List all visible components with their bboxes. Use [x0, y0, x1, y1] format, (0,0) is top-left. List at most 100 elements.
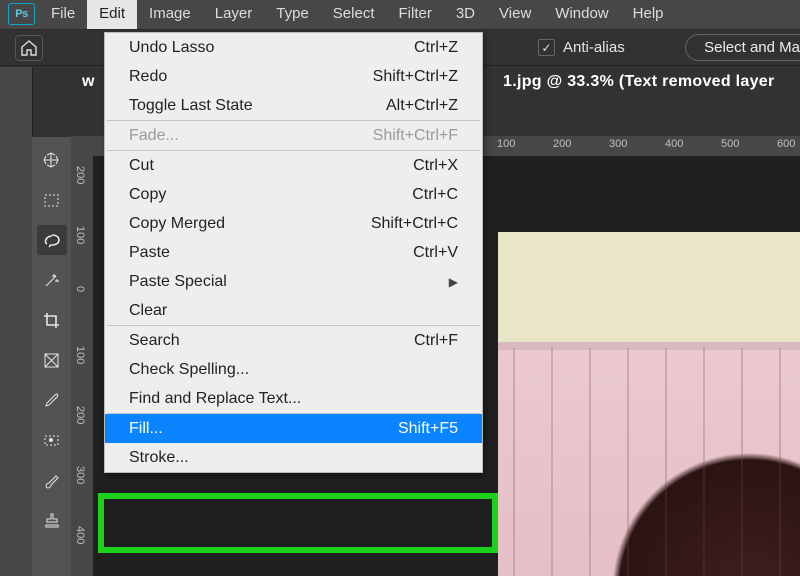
- vertical-ruler: 2001000100200300400: [71, 156, 93, 576]
- left-panel-spine: [0, 67, 33, 576]
- menu-item-label: Copy Merged: [129, 215, 225, 233]
- menu-item-label: Paste: [129, 244, 170, 262]
- home-button[interactable]: [15, 35, 43, 61]
- menu-item-find-and-replace-text[interactable]: Find and Replace Text...: [105, 384, 482, 413]
- menu-item-check-spelling[interactable]: Check Spelling...: [105, 355, 482, 384]
- ruler-tick: 500: [721, 138, 739, 150]
- marquee-icon: [43, 192, 61, 209]
- image-curtain-fold: [741, 348, 743, 576]
- eyedropper-icon: [43, 392, 61, 409]
- menu-item-shortcut: Shift+Ctrl+F: [373, 127, 458, 145]
- menu-item-toggle-last-state[interactable]: Toggle Last StateAlt+Ctrl+Z: [105, 91, 482, 120]
- image-subject: [570, 436, 800, 576]
- ruler-tick: 200: [553, 138, 571, 150]
- tool-brush[interactable]: [37, 465, 67, 495]
- submenu-arrow-icon: ▶: [449, 275, 458, 289]
- tool-eyedropper[interactable]: [37, 385, 67, 415]
- menu-view[interactable]: View: [487, 0, 543, 29]
- menu-window[interactable]: Window: [543, 0, 620, 29]
- menu-item-copy-merged[interactable]: Copy Merged Shift+Ctrl+C: [105, 209, 482, 238]
- checkbox-icon: ✓: [538, 39, 555, 56]
- crop-icon: [43, 312, 61, 329]
- menu-item-label: Stroke...: [129, 449, 189, 467]
- menu-item-label: Find and Replace Text...: [129, 390, 301, 408]
- tool-frame[interactable]: [37, 345, 67, 375]
- menu-item-label: Fade...: [129, 127, 179, 145]
- lasso-icon: [43, 232, 61, 249]
- menu-item-paste-special[interactable]: Paste Special ▶: [105, 267, 482, 296]
- tool-wand[interactable]: [37, 265, 67, 295]
- ruler-tick: 400: [74, 526, 86, 544]
- menu-item-label: Clear: [129, 302, 167, 320]
- menu-item-search[interactable]: Search Ctrl+F: [105, 326, 482, 355]
- tool-brush-dots[interactable]: [37, 425, 67, 455]
- menu-item-shortcut: Shift+Ctrl+Z: [373, 68, 458, 86]
- menu-filter[interactable]: Filter: [387, 0, 444, 29]
- image-curtain-fold: [589, 348, 591, 576]
- image-curtain-fold: [627, 348, 629, 576]
- anti-alias-label: Anti-alias: [563, 39, 625, 56]
- menu-item-shortcut: Ctrl+Z: [414, 39, 458, 57]
- menu-type[interactable]: Type: [264, 0, 321, 29]
- tool-lasso[interactable]: [37, 225, 67, 255]
- home-icon: [20, 40, 38, 56]
- menu-image[interactable]: Image: [137, 0, 203, 29]
- image-curtain-fold: [779, 348, 781, 576]
- menu-item-clear[interactable]: Clear: [105, 296, 482, 325]
- tool-stamp[interactable]: [37, 505, 67, 535]
- menu-3d[interactable]: 3D: [444, 0, 487, 29]
- stamp-icon: [43, 512, 61, 529]
- brush-dots-icon: [43, 432, 61, 449]
- menu-layer[interactable]: Layer: [203, 0, 265, 29]
- tool-marquee[interactable]: [37, 185, 67, 215]
- left-doc-letter: w: [82, 73, 95, 91]
- ruler-tick: 300: [609, 138, 627, 150]
- menu-item-label: Undo Lasso: [129, 39, 214, 57]
- move-icon: [43, 152, 61, 169]
- image-background: [498, 232, 800, 348]
- ruler-tick: 200: [74, 166, 86, 184]
- menu-item-paste[interactable]: PasteCtrl+V: [105, 238, 482, 267]
- ruler-tick: 200: [74, 406, 86, 424]
- tool-crop[interactable]: [37, 305, 67, 335]
- menu-item-stroke[interactable]: Stroke...: [105, 443, 482, 472]
- menu-item-shortcut: Shift+Ctrl+C: [371, 215, 458, 233]
- menu-item-label: Search: [129, 332, 180, 350]
- image-curtain-fold: [551, 348, 553, 576]
- edit-menu-dropdown: Undo Lasso Ctrl+Z Redo Shift+Ctrl+Z Toggle L…: [104, 32, 483, 473]
- anti-alias-option[interactable]: ✓ Anti-alias: [538, 39, 625, 56]
- menu-item-fade: Fade... Shift+Ctrl+F: [105, 121, 482, 150]
- menu-item-shortcut: Ctrl+C: [412, 186, 458, 204]
- menu-item-label: Redo: [129, 68, 167, 86]
- image-curtain-fold: [665, 348, 667, 576]
- menu-bar: Ps FileEditImageLayerTypeSelectFilter3DV…: [0, 0, 800, 29]
- menu-item-cut[interactable]: CutCtrl+X: [105, 151, 482, 180]
- menu-item-label: Fill...: [129, 420, 163, 438]
- menu-edit[interactable]: Edit: [87, 0, 137, 29]
- ruler-tick: 400: [665, 138, 683, 150]
- menu-item-shortcut: Shift+F5: [398, 420, 458, 438]
- menu-item-shortcut: Ctrl+F: [414, 332, 458, 350]
- tool-move[interactable]: [37, 145, 67, 175]
- select-and-mask-button[interactable]: Select and Ma: [685, 34, 800, 61]
- image-curtain-fold: [703, 348, 705, 576]
- wand-icon: [43, 272, 61, 289]
- ruler-tick: 0: [74, 286, 86, 292]
- menu-item-undo-lasso[interactable]: Undo Lasso Ctrl+Z: [105, 33, 482, 62]
- menu-file[interactable]: File: [39, 0, 87, 29]
- menu-item-label: Paste Special: [129, 273, 227, 291]
- menu-item-fill[interactable]: Fill... Shift+F5: [105, 414, 482, 443]
- menu-item-label: Toggle Last State: [129, 97, 253, 115]
- menu-select[interactable]: Select: [321, 0, 387, 29]
- menu-item-label: Copy: [129, 186, 166, 204]
- menu-help[interactable]: Help: [621, 0, 676, 29]
- menu-item-copy[interactable]: Copy Ctrl+C: [105, 180, 482, 209]
- menu-item-shortcut: Ctrl+X: [413, 157, 458, 175]
- menu-item-redo[interactable]: Redo Shift+Ctrl+Z: [105, 62, 482, 91]
- ruler-tick: 100: [497, 138, 515, 150]
- ruler-tick: 100: [74, 346, 86, 364]
- menu-item-label: Check Spelling...: [129, 361, 249, 379]
- ruler-tick: 600: [777, 138, 795, 150]
- document-title[interactable]: 1.jpg @ 33.3% (Text removed layer: [503, 73, 775, 91]
- image-curtain-rail: [498, 342, 800, 350]
